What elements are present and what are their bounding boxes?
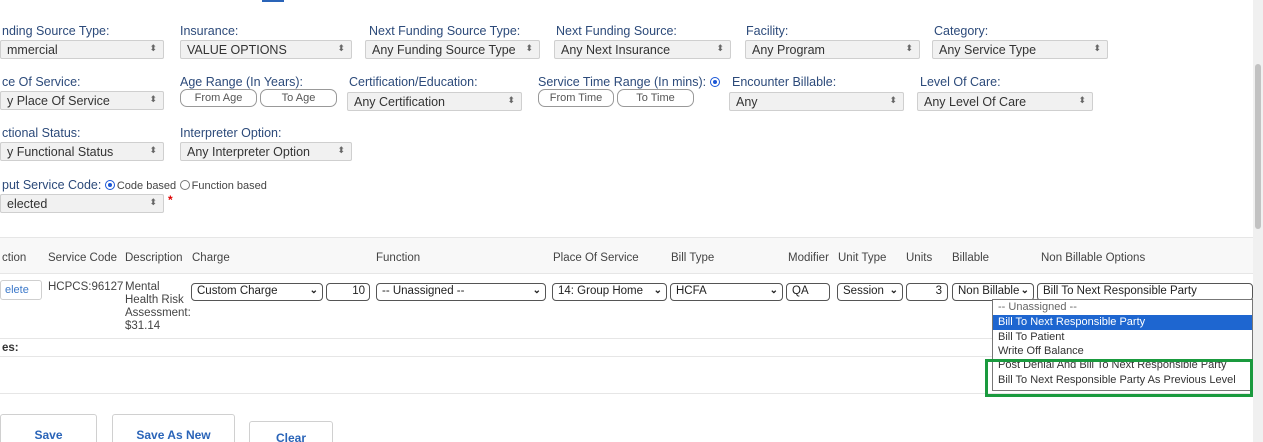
th-action: ction bbox=[2, 252, 27, 264]
select-caret-icon: ⬍ bbox=[525, 43, 533, 53]
service-code-select[interactable]: elected ⬍ bbox=[0, 194, 164, 213]
chevron-down-icon: ⌄ bbox=[1020, 285, 1029, 296]
dropdown-option-unassigned[interactable]: -- Unassigned -- bbox=[993, 300, 1252, 315]
to-time-input[interactable]: To Time bbox=[617, 89, 694, 107]
dropdown-option-write-off[interactable]: Write Off Balance bbox=[993, 345, 1252, 355]
required-marker: * bbox=[168, 193, 173, 207]
function-select[interactable]: -- Unassigned -- ⌄ bbox=[376, 283, 546, 301]
units-input[interactable]: 3 bbox=[906, 283, 948, 301]
select-caret-icon: ⬍ bbox=[337, 145, 345, 155]
delete-button[interactable]: elete bbox=[0, 280, 42, 300]
th-description: Description bbox=[125, 252, 183, 264]
save-button[interactable]: Save bbox=[0, 414, 97, 442]
input-service-code-label: put Service Code: Code based Function ba… bbox=[2, 178, 267, 192]
clear-button[interactable]: Clear bbox=[249, 421, 333, 442]
chevron-down-icon: ⌄ bbox=[532, 285, 541, 296]
scrollbar-thumb[interactable] bbox=[1255, 64, 1261, 229]
funding-source-type-label: nding Source Type: bbox=[2, 24, 110, 38]
function-based-radio-icon[interactable] bbox=[179, 180, 190, 190]
service-code-cell: HCPCS:96127 bbox=[48, 281, 124, 293]
select-caret-icon: ⬍ bbox=[905, 43, 913, 53]
next-funding-source-type-label: Next Funding Source Type: bbox=[369, 24, 521, 38]
insurance-label: Insurance: bbox=[180, 24, 239, 38]
functional-status-select[interactable]: y Functional Status ⬍ bbox=[0, 142, 164, 161]
encounter-billable-select[interactable]: Any ⬍ bbox=[729, 92, 904, 111]
dropdown-option-bill-patient[interactable]: Bill To Patient bbox=[993, 330, 1252, 345]
th-place-of-service: Place Of Service bbox=[553, 252, 639, 264]
description-cell: Mental Health Risk Assessment: $31.14 bbox=[125, 281, 191, 332]
th-billable: Billable bbox=[952, 252, 990, 264]
funding-source-type-select[interactable]: mmercial ⬍ bbox=[0, 40, 164, 59]
modifier-input[interactable]: QA bbox=[786, 283, 830, 301]
top-accent bbox=[262, 0, 284, 2]
select-caret-icon: ⬍ bbox=[149, 197, 157, 207]
function-based-label: Function based bbox=[191, 180, 267, 192]
certification-label: Certification/Education: bbox=[349, 75, 478, 89]
service-time-range-label: Service Time Range (In mins): bbox=[538, 75, 722, 89]
select-caret-icon: ⬍ bbox=[889, 95, 897, 105]
from-age-input[interactable]: From Age bbox=[180, 89, 257, 107]
th-function: Function bbox=[376, 252, 421, 264]
to-age-input[interactable]: To Age bbox=[260, 89, 337, 107]
th-units: Units bbox=[906, 252, 933, 264]
charge-amount-input[interactable]: 10 bbox=[326, 283, 370, 301]
select-caret-icon: ⬍ bbox=[1093, 43, 1101, 53]
dropdown-option-bill-next-party[interactable]: Bill To Next Responsible Party bbox=[993, 315, 1252, 330]
code-based-label: Code based bbox=[116, 180, 177, 192]
select-caret-icon: ⬍ bbox=[716, 43, 724, 53]
next-funding-source-type-select[interactable]: Any Funding Source Type ⬍ bbox=[365, 40, 540, 59]
bill-type-select[interactable]: HCFA ⌄ bbox=[670, 283, 783, 301]
facility-select[interactable]: Any Program ⬍ bbox=[745, 40, 920, 59]
functional-status-label: ctional Status: bbox=[2, 126, 81, 140]
save-as-new-button[interactable]: Save As New bbox=[112, 414, 235, 442]
facility-label: Facility: bbox=[746, 24, 789, 38]
interpreter-option-select[interactable]: Any Interpreter Option ⬍ bbox=[180, 142, 352, 161]
chevron-down-icon: ⌄ bbox=[653, 285, 662, 296]
th-charge: Charge bbox=[192, 252, 230, 264]
service-time-radio-icon[interactable] bbox=[709, 77, 720, 87]
th-modifier: Modifier bbox=[788, 252, 829, 264]
select-caret-icon: ⬍ bbox=[149, 43, 157, 53]
level-of-care-label: Level Of Care: bbox=[920, 75, 1001, 89]
from-time-input[interactable]: From Time bbox=[538, 89, 614, 107]
select-caret-icon: ⬍ bbox=[149, 94, 157, 104]
category-label: Category: bbox=[934, 24, 989, 38]
place-of-service-select[interactable]: y Place Of Service ⬍ bbox=[0, 91, 164, 110]
highlight-box bbox=[985, 359, 1253, 397]
charge-select[interactable]: Custom Charge ⌄ bbox=[191, 283, 323, 301]
insurance-select[interactable]: VALUE OPTIONS ⬍ bbox=[180, 40, 352, 59]
certification-select[interactable]: Any Certification ⬍ bbox=[347, 92, 522, 111]
age-range-label: Age Range (In Years): bbox=[180, 75, 303, 89]
billing-rule-form: nding Source Type: mmercial ⬍ Insurance: … bbox=[0, 0, 1263, 442]
select-caret-icon: ⬍ bbox=[1078, 95, 1086, 105]
unit-type-select[interactable]: Session ⌄ bbox=[837, 283, 903, 301]
select-caret-icon: ⬍ bbox=[337, 43, 345, 53]
next-funding-source-select[interactable]: Any Next Insurance ⬍ bbox=[554, 40, 731, 59]
code-based-radio-icon[interactable] bbox=[104, 180, 115, 190]
th-service-code: Service Code bbox=[48, 252, 118, 264]
th-non-billable-options: Non Billable Options bbox=[1041, 252, 1146, 264]
level-of-care-select[interactable]: Any Level Of Care ⬍ bbox=[917, 92, 1093, 111]
interpreter-option-label: Interpreter Option: bbox=[180, 126, 282, 140]
select-caret-icon: ⬍ bbox=[149, 145, 157, 155]
place-of-service-row-select[interactable]: 14: Group Home ⌄ bbox=[552, 283, 667, 301]
chevron-down-icon: ⌄ bbox=[889, 285, 898, 296]
scrollbar-track[interactable] bbox=[1253, 0, 1263, 442]
chevron-down-icon: ⌄ bbox=[769, 285, 778, 296]
chevron-down-icon: ⌄ bbox=[309, 285, 318, 296]
select-caret-icon: ⬍ bbox=[507, 95, 515, 105]
notes-label: es: bbox=[2, 342, 19, 354]
category-select[interactable]: Any Service Type ⬍ bbox=[932, 40, 1108, 59]
encounter-billable-label: Encounter Billable: bbox=[732, 75, 837, 89]
th-unit-type: Unit Type bbox=[838, 252, 887, 264]
th-bill-type: Bill Type bbox=[671, 252, 715, 264]
place-of-service-label: ce Of Service: bbox=[2, 75, 81, 89]
next-funding-source-label: Next Funding Source: bbox=[556, 24, 677, 38]
